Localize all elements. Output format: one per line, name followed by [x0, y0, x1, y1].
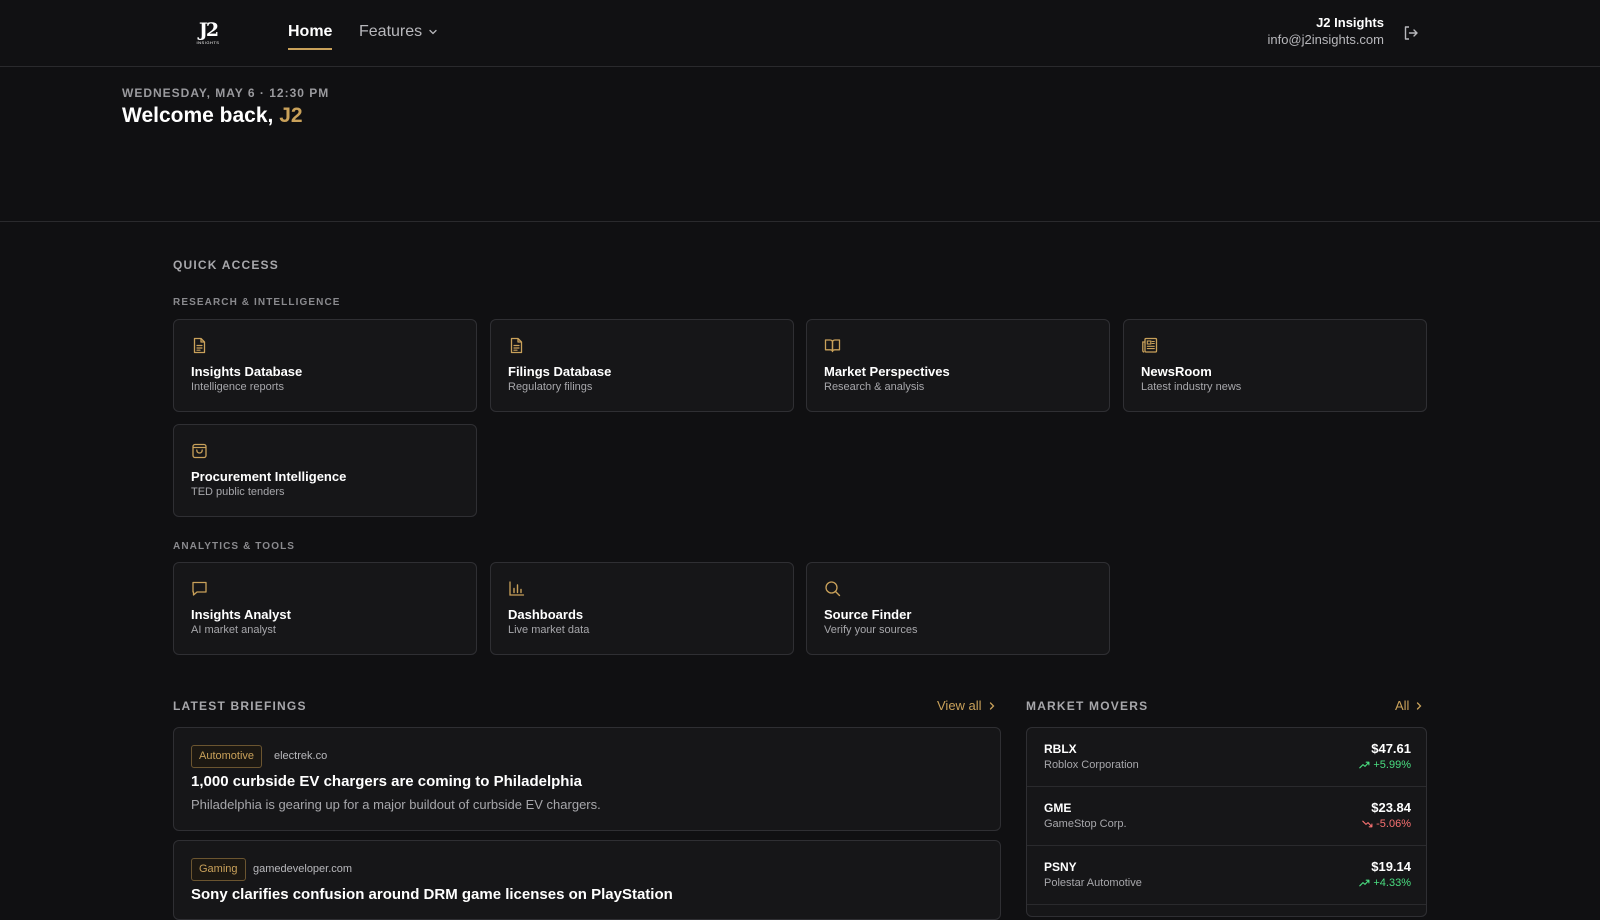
company-name: GameStop Corp. — [1044, 818, 1127, 830]
top-navigation-bar: J2 INSIGHTS Home Features J2 Insights in… — [0, 0, 1600, 67]
card-insights-analyst[interactable]: Insights Analyst AI market analyst — [173, 562, 477, 655]
nav-features-dropdown[interactable]: Features — [359, 23, 438, 41]
market-movers-list: RBLX Roblox Corporation $47.61 +5.99% GM… — [1026, 727, 1427, 917]
all-label: All — [1395, 698, 1410, 713]
card-title: Procurement Intelligence — [191, 469, 347, 484]
mover-row-gme[interactable]: GME GameStop Corp. $23.84 -5.06% — [1027, 787, 1426, 846]
card-description: Live market data — [508, 624, 590, 636]
view-all-label: View all — [937, 698, 982, 713]
stock-price: $23.84 — [1371, 800, 1411, 815]
card-description: Verify your sources — [824, 624, 918, 636]
j2-insights-logo[interactable]: J2 INSIGHTS — [193, 18, 223, 48]
briefing-source: gamedeveloper.com — [253, 863, 353, 875]
user-name: J2 Insights — [1316, 15, 1384, 30]
view-all-movers-link[interactable]: All — [1395, 698, 1423, 713]
company-name: Roblox Corporation — [1044, 759, 1139, 771]
category-tag: Automotive — [191, 745, 263, 768]
card-description: Latest industry news — [1141, 381, 1242, 393]
card-title: Market Perspectives — [824, 364, 950, 379]
briefing-card[interactable]: Automotive electrek.co 1,000 curbside EV… — [173, 727, 1001, 831]
price-change: +4.33% — [1359, 877, 1411, 889]
briefing-headline: Sony clarifies confusion around DRM game… — [191, 886, 673, 903]
user-account-info: J2 Insights info@j2insights.com — [1267, 15, 1384, 47]
user-email: info@j2insights.com — [1267, 32, 1384, 47]
logo-mark: J2 — [198, 19, 219, 41]
price-change-value: +4.33% — [1373, 877, 1411, 889]
view-all-briefings-link[interactable]: View all — [937, 698, 996, 713]
greeting-text: Welcome back, — [122, 104, 274, 127]
research-intelligence-title: RESEARCH & INTELLIGENCE — [173, 297, 341, 308]
analytics-tools-title: ANALYTICS & TOOLS — [173, 541, 296, 552]
price-change: +5.99% — [1359, 759, 1411, 771]
briefing-source: electrek.co — [274, 750, 328, 762]
chevron-down-icon — [429, 29, 437, 35]
card-title: Dashboards — [508, 607, 584, 622]
card-newsroom[interactable]: NewsRoom Latest industry news — [1123, 319, 1427, 412]
logout-icon[interactable] — [1402, 24, 1420, 42]
greeting-user-name: J2 — [279, 104, 303, 127]
price-change-value: +5.99% — [1373, 759, 1411, 771]
card-filings-database[interactable]: Filings Database Regulatory filings — [490, 319, 794, 412]
shopping-bag-icon — [192, 443, 207, 459]
card-procurement-intelligence[interactable]: Procurement Intelligence TED public tend… — [173, 424, 477, 517]
card-description: TED public tenders — [191, 486, 285, 498]
price-change-value: -5.06% — [1376, 818, 1411, 830]
book-open-icon — [824, 339, 841, 353]
card-title: Source Finder — [824, 607, 912, 622]
stock-price: $19.14 — [1371, 859, 1411, 874]
newspaper-icon — [1142, 337, 1158, 353]
mover-row-rblx[interactable]: RBLX Roblox Corporation $47.61 +5.99% — [1027, 728, 1426, 787]
trending-up-icon — [1359, 879, 1370, 887]
category-tag: Gaming — [191, 858, 246, 881]
welcome-greeting: Welcome back, J2 — [122, 104, 303, 128]
document-icon — [510, 337, 523, 354]
nav-home-link[interactable]: Home — [288, 23, 333, 50]
card-dashboards[interactable]: Dashboards Live market data — [490, 562, 794, 655]
current-date-time: WEDNESDAY, MAY 6 · 12:30 PM — [122, 86, 330, 100]
card-title: Filings Database — [508, 364, 612, 379]
price-change: -5.06% — [1362, 818, 1411, 830]
card-title: Insights Analyst — [191, 607, 291, 622]
card-title: Insights Database — [191, 364, 303, 379]
briefing-card[interactable]: Gaming gamedeveloper.com Sony clarifies … — [173, 840, 1001, 920]
card-insights-database[interactable]: Insights Database Intelligence reports — [173, 319, 477, 412]
chevron-right-icon — [989, 701, 994, 710]
latest-briefings-title: LATEST BRIEFINGS — [173, 699, 307, 713]
ticker-symbol: PSNY — [1044, 860, 1077, 874]
search-icon — [825, 581, 841, 597]
company-name: Polestar Automotive — [1044, 877, 1142, 889]
card-description: Intelligence reports — [191, 381, 284, 393]
logo-subtitle: INSIGHTS — [196, 40, 220, 45]
chevron-right-icon — [1417, 701, 1422, 710]
card-title: NewsRoom — [1141, 364, 1212, 379]
card-source-finder[interactable]: Source Finder Verify your sources — [806, 562, 1110, 655]
stock-price: $47.61 — [1371, 741, 1411, 756]
quick-access-title: QUICK ACCESS — [173, 258, 279, 272]
market-movers-title: MARKET MOVERS — [1026, 699, 1149, 713]
card-description: Regulatory filings — [508, 381, 593, 393]
mover-row-psny[interactable]: PSNY Polestar Automotive $19.14 +4.33% — [1027, 846, 1426, 905]
briefing-summary: Philadelphia is gearing up for a major b… — [191, 797, 601, 812]
document-icon — [193, 337, 206, 354]
bar-chart-icon — [509, 581, 525, 596]
nav-features-label: Features — [359, 23, 423, 40]
ticker-symbol: GME — [1044, 801, 1072, 815]
card-market-perspectives[interactable]: Market Perspectives Research & analysis — [806, 319, 1110, 412]
ticker-symbol: RBLX — [1044, 742, 1077, 756]
chat-icon — [192, 581, 207, 596]
card-description: Research & analysis — [824, 381, 925, 393]
trending-up-icon — [1359, 761, 1370, 769]
briefing-headline: 1,000 curbside EV chargers are coming to… — [191, 773, 582, 790]
trending-down-icon — [1362, 820, 1373, 828]
card-description: AI market analyst — [191, 624, 276, 636]
